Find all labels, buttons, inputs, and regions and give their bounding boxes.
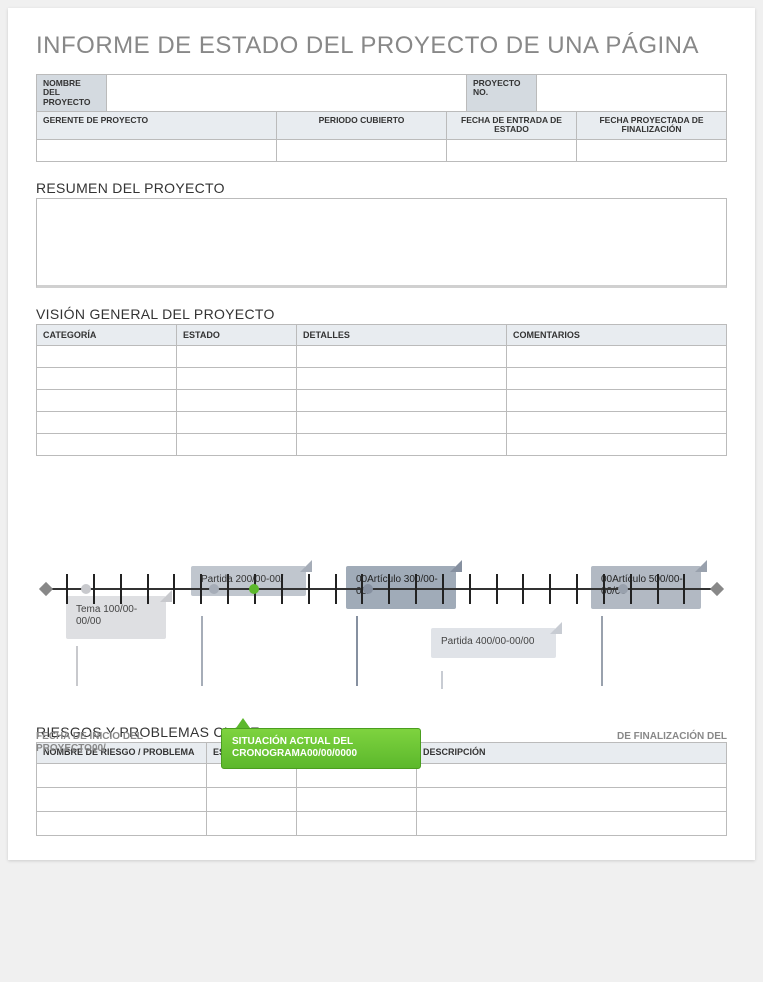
timeline-pointer [76,646,78,686]
timeline-tick [147,574,149,604]
timeline-tick [603,574,605,604]
table-cell[interactable] [507,411,727,433]
table-cell[interactable] [177,433,297,455]
timeline-marker [618,584,628,594]
timeline-end-diamond-icon [710,582,724,596]
timeline-pointer [441,671,443,689]
table-cell[interactable] [297,787,417,811]
page-title: INFORME DE ESTADO DEL PROYECTO DE UNA PÁ… [36,32,727,60]
overview-table: CATEGORÍA ESTADO DETALLES COMENTARIOS [36,324,727,456]
timeline-tick [657,574,659,604]
table-cell[interactable] [37,389,177,411]
table-cell[interactable] [37,763,207,787]
timeline-pointer [201,616,203,686]
table-cell[interactable] [297,345,507,367]
timeline-tick [308,574,310,604]
timeline-tick [522,574,524,604]
timeline-tick [496,574,498,604]
table-cell[interactable] [177,389,297,411]
timeline-start-diamond-icon [39,582,53,596]
project-header-table-2: GERENTE DE PROYECTO PERIODO CUBIERTO FEC… [36,111,727,162]
overview-col-status: ESTADO [177,324,297,345]
table-cell[interactable] [297,367,507,389]
timeline-current-label: SITUACIÓN ACTUAL DEL CRONOGRAMA00/00/000… [232,736,357,760]
timeline-tick [173,574,175,604]
timeline-section: Tema 100/00-00/00 Partida 200/00-00/ 00A… [36,566,727,706]
timeline-tick [93,574,95,604]
table-cell[interactable] [207,787,297,811]
table-cell[interactable] [37,411,177,433]
timeline-current-arrow-icon [236,718,250,728]
table-cell[interactable] [37,787,207,811]
timeline-tick [388,574,390,604]
timeline-current-status: SITUACIÓN ACTUAL DEL CRONOGRAMA00/00/000… [221,728,421,769]
timeline-marker-current [249,584,259,594]
project-name-cell[interactable] [107,75,467,112]
table-cell[interactable] [207,811,297,835]
table-cell[interactable] [177,367,297,389]
timeline-tick [469,574,471,604]
table-cell[interactable] [37,367,177,389]
risks-col-desc: DESCRIPCIÓN [417,742,727,763]
status-date-label: FECHA DE ENTRADA DE ESTADO [447,112,577,140]
timeline-tick [120,574,122,604]
table-cell[interactable] [417,763,727,787]
project-header-table: NOMBRE DEL PROYECTO PROYECTO NO. [36,74,727,112]
table-cell[interactable] [417,811,727,835]
timeline-tick [683,574,685,604]
timeline-tick [630,574,632,604]
timeline-tick [227,574,229,604]
project-no-label: PROYECTO NO. [467,75,537,112]
table-cell[interactable] [507,367,727,389]
completion-cell[interactable] [577,139,727,161]
overview-heading: VISIÓN GENERAL DEL PROYECTO [36,306,727,322]
table-cell[interactable] [297,433,507,455]
timeline-end-label: DE FINALIZACIÓN DEL [617,731,727,743]
document-page: INFORME DE ESTADO DEL PROYECTO DE UNA PÁ… [8,8,755,860]
table-cell[interactable] [297,811,417,835]
table-cell[interactable] [507,389,727,411]
table-cell[interactable] [37,433,177,455]
timeline-callout-label: Partida 400/00-00/00 [441,636,534,647]
timeline-pointer [356,616,358,686]
manager-cell[interactable] [37,139,277,161]
timeline-tick [200,574,202,604]
timeline-tick [549,574,551,604]
project-name-label: NOMBRE DEL PROYECTO [37,75,107,112]
timeline-callout-4: Partida 400/00-00/00 [431,628,556,659]
timeline-start-label: FECHA DE INICIO DEL PROYECTO00/ [36,731,146,755]
period-cell[interactable] [277,139,447,161]
table-cell[interactable] [177,345,297,367]
timeline-marker [363,584,373,594]
timeline-tick [66,574,68,604]
timeline-tick [335,574,337,604]
timeline-tick [281,574,283,604]
project-no-cell[interactable] [537,75,727,112]
overview-col-comments: COMENTARIOS [507,324,727,345]
summary-heading: RESUMEN DEL PROYECTO [36,180,727,196]
table-cell[interactable] [177,411,297,433]
table-cell[interactable] [37,345,177,367]
period-label: PERIODO CUBIERTO [277,112,447,140]
timeline-marker [81,584,91,594]
manager-label: GERENTE DE PROYECTO [37,112,277,140]
table-cell[interactable] [507,433,727,455]
timeline-tick [415,574,417,604]
table-cell[interactable] [507,345,727,367]
timeline-tick [576,574,578,604]
summary-box[interactable] [36,198,727,288]
status-date-cell[interactable] [447,139,577,161]
timeline-axis [46,566,717,611]
table-cell[interactable] [417,787,727,811]
table-cell[interactable] [37,811,207,835]
overview-col-category: CATEGORÍA [37,324,177,345]
timeline-tick [442,574,444,604]
overview-col-details: DETALLES [297,324,507,345]
completion-label: FECHA PROYECTADA DE FINALIZACIÓN [577,112,727,140]
table-cell[interactable] [297,389,507,411]
table-cell[interactable] [297,411,507,433]
timeline-marker [209,584,219,594]
timeline-pointer [601,616,603,686]
